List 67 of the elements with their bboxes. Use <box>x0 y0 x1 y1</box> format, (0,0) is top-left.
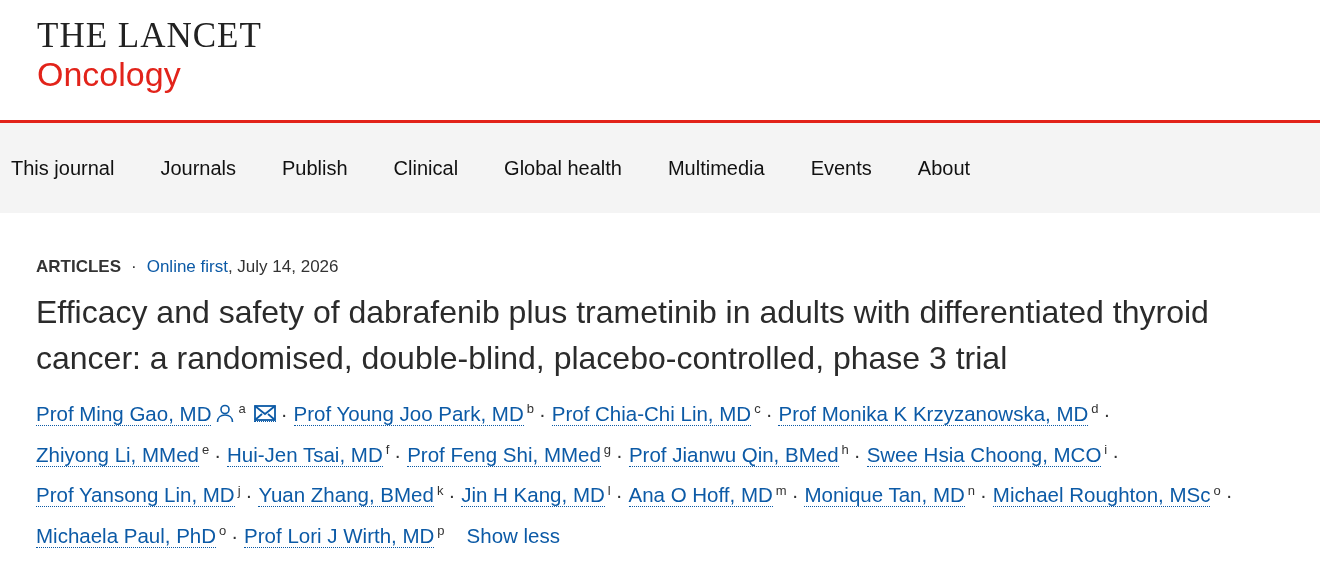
author-link[interactable]: Prof Yansong Lin, MD <box>36 483 235 508</box>
separator-dot: · <box>616 442 623 466</box>
affiliation-mark: n <box>967 482 975 498</box>
author-link[interactable]: Prof Feng Shi, MMed <box>407 442 601 467</box>
separator-dot: · <box>980 483 987 507</box>
affiliation-mark: p <box>437 523 445 539</box>
separator-dot: · <box>245 483 253 507</box>
show-less-link[interactable]: Show less <box>466 518 560 555</box>
separator-dot: · <box>538 401 546 425</box>
nav-item[interactable]: Multimedia <box>667 156 765 180</box>
nav-item[interactable]: Global health <box>504 156 622 180</box>
section-label: ARTICLES <box>36 257 121 277</box>
separator-dot: · <box>448 483 456 507</box>
author-link[interactable]: Prof Chia-Chi Lin, MD <box>551 401 752 426</box>
author-link[interactable]: Prof Jianwu Qin, BMed <box>628 442 839 467</box>
affiliation-mark: o <box>219 523 227 539</box>
nav-item[interactable]: Journals <box>160 156 236 180</box>
affiliation-mark: f <box>385 441 390 457</box>
affiliation-mark: d <box>1091 401 1099 416</box>
nav-item[interactable]: Clinical <box>393 156 459 180</box>
separator-dot: · <box>1103 401 1111 425</box>
affiliation-mark: g <box>603 441 612 457</box>
separator-dot: · <box>791 483 799 507</box>
nav-item[interactable]: Publish <box>282 156 348 180</box>
online-first-link[interactable]: Online first <box>146 257 228 277</box>
affiliation-mark: b <box>526 401 534 416</box>
separator-dot: · <box>853 442 861 466</box>
affiliation-mark: j <box>237 482 241 498</box>
affiliation-mark: k <box>436 482 444 498</box>
separator-dot: · <box>231 524 239 548</box>
article-title: Efficacy and safety of dabrafenib plus trametinib in adults with differentiated thyroid cancer: a randomised, double-blind, placebo-controlled, phase 3 trial <box>36 293 1210 378</box>
separator-dot: · <box>131 257 137 277</box>
affiliation-mark: h <box>841 441 849 457</box>
separator-dot: · <box>1112 442 1120 466</box>
separator-dot: · <box>214 442 221 466</box>
author-link[interactable]: Prof Lori J Wirth, MD <box>244 524 435 549</box>
separator-dot: · <box>615 483 623 507</box>
author-link[interactable]: Michaela Paul, PhD <box>36 524 217 549</box>
separator-dot: · <box>1225 483 1233 507</box>
affiliation-mark: a <box>238 401 246 416</box>
separator-dot: · <box>280 401 288 425</box>
author-link[interactable]: Yuan Zhang, BMed <box>258 483 434 508</box>
author-link[interactable]: Swee Hsia Choong, MCO <box>866 442 1102 467</box>
author-link[interactable]: Prof Young Joo Park, MD <box>293 401 524 426</box>
email-icon[interactable] <box>253 404 276 422</box>
author-link[interactable]: Prof Monika K Krzyzanowska, MD <box>778 401 1089 426</box>
separator-dot: · <box>394 442 402 466</box>
logo-title: THE LANCET <box>37 17 262 55</box>
affiliation-mark: c <box>754 401 761 416</box>
author-link[interactable]: Michael Roughton, MSc <box>992 483 1211 508</box>
separator-dot: · <box>765 401 773 425</box>
author-link[interactable]: Zhiyong Li, MMed <box>36 442 199 467</box>
affiliation-mark: m <box>775 482 787 498</box>
author-link[interactable]: Hui-Jen Tsai, MD <box>227 442 383 467</box>
author-link[interactable]: Prof Ming Gao, MD <box>36 401 212 426</box>
author-link[interactable]: Monique Tan, MD <box>804 483 965 508</box>
publish-date: , July 14, 2026 <box>227 257 339 277</box>
affiliation-mark: o <box>1213 482 1221 498</box>
affiliation-mark: e <box>201 441 210 457</box>
affiliation-mark: i <box>1104 441 1108 457</box>
author-link[interactable]: Ana O Hoff, MD <box>628 483 773 508</box>
logo-subtitle: Oncology <box>37 55 182 93</box>
affiliation-mark: l <box>607 482 611 498</box>
nav-item[interactable]: This journal <box>11 156 115 180</box>
nav-item[interactable]: About <box>917 156 971 180</box>
author-link[interactable]: Jin H Kang, MD <box>461 483 605 508</box>
nav-item[interactable]: Events <box>810 156 872 180</box>
